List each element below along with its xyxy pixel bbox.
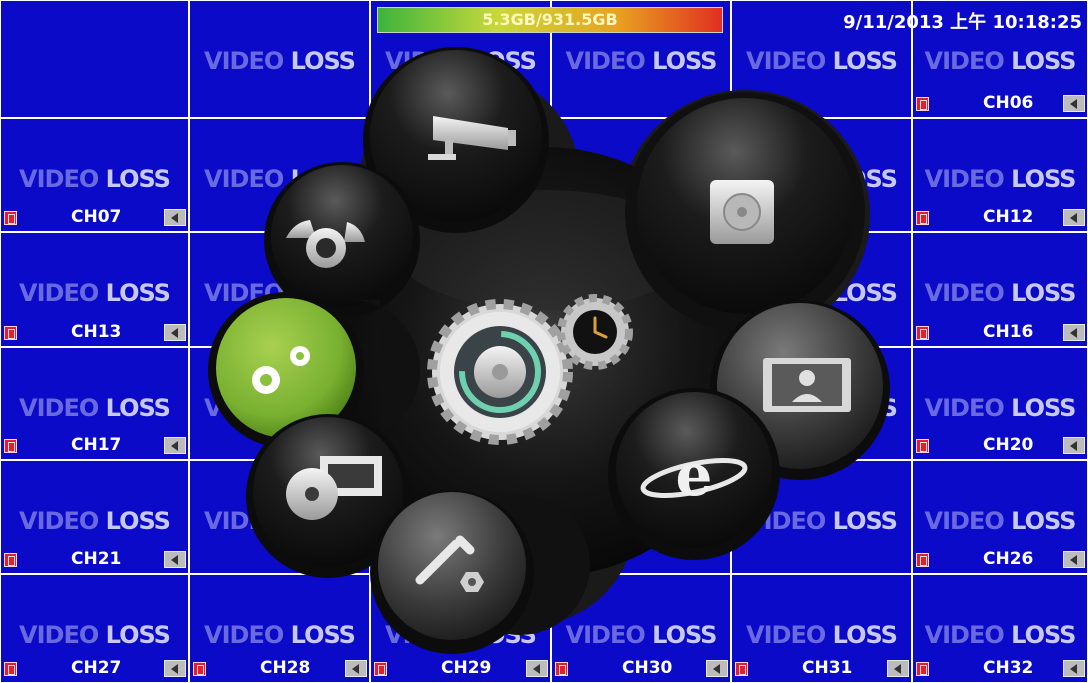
display-icon bbox=[763, 358, 851, 412]
svg-text:e: e bbox=[676, 441, 713, 509]
menu-item-maintenance[interactable] bbox=[370, 490, 534, 654]
main-menu: e bbox=[208, 47, 890, 654]
menu-item-network[interactable]: e bbox=[608, 388, 780, 560]
hdd-icon bbox=[710, 180, 774, 244]
menu-item-hdd[interactable] bbox=[625, 92, 865, 332]
